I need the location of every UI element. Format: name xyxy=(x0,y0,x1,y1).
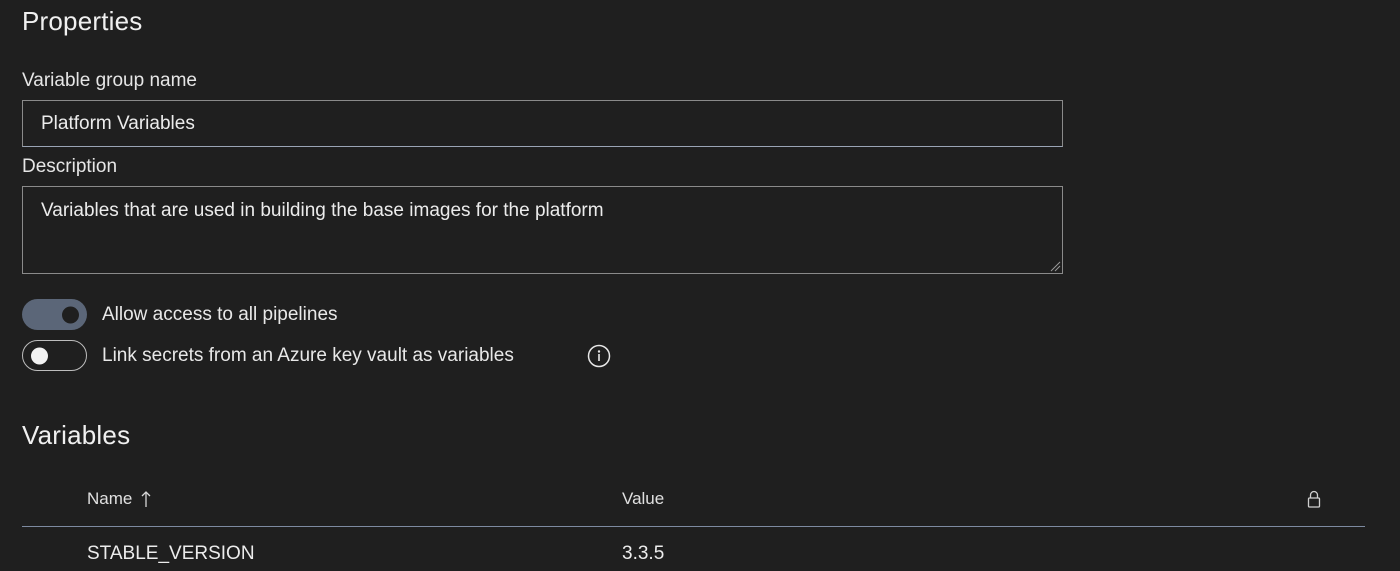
variable-name-cell: STABLE_VERSION xyxy=(87,543,255,564)
allow-access-row: Allow access to all pipelines xyxy=(22,299,338,330)
variable-value-cell: 3.3.5 xyxy=(622,543,665,564)
resize-grip-icon[interactable] xyxy=(1049,260,1061,272)
sort-ascending-icon xyxy=(141,491,151,507)
description-label: Description xyxy=(22,156,118,177)
description-textarea[interactable]: Variables that are used in building the … xyxy=(22,186,1063,274)
column-header-name[interactable]: Name xyxy=(87,489,152,509)
allow-access-label: Allow access to all pipelines xyxy=(102,303,338,325)
link-secrets-row: Link secrets from an Azure key vault as … xyxy=(22,340,514,371)
group-name-label: Variable group name xyxy=(22,70,197,91)
variables-heading: Variables xyxy=(22,420,131,450)
variable-group-page: Properties Variable group name Descripti… xyxy=(0,0,1400,571)
group-name-input[interactable] xyxy=(22,100,1063,147)
link-secrets-toggle[interactable] xyxy=(22,340,87,371)
link-secrets-label: Link secrets from an Azure key vault as … xyxy=(102,344,514,366)
properties-heading: Properties xyxy=(22,6,143,36)
column-header-value: Value xyxy=(622,489,665,508)
table-row[interactable]: STABLE_VERSION 3.3.5 xyxy=(22,528,1365,571)
toggle-knob xyxy=(62,306,79,323)
allow-access-toggle[interactable] xyxy=(22,299,87,330)
toggle-knob xyxy=(31,347,48,364)
lock-icon xyxy=(1307,490,1321,508)
variables-table-header: Name Value xyxy=(22,480,1365,527)
column-header-name-label: Name xyxy=(87,489,133,508)
info-icon[interactable] xyxy=(587,344,611,368)
